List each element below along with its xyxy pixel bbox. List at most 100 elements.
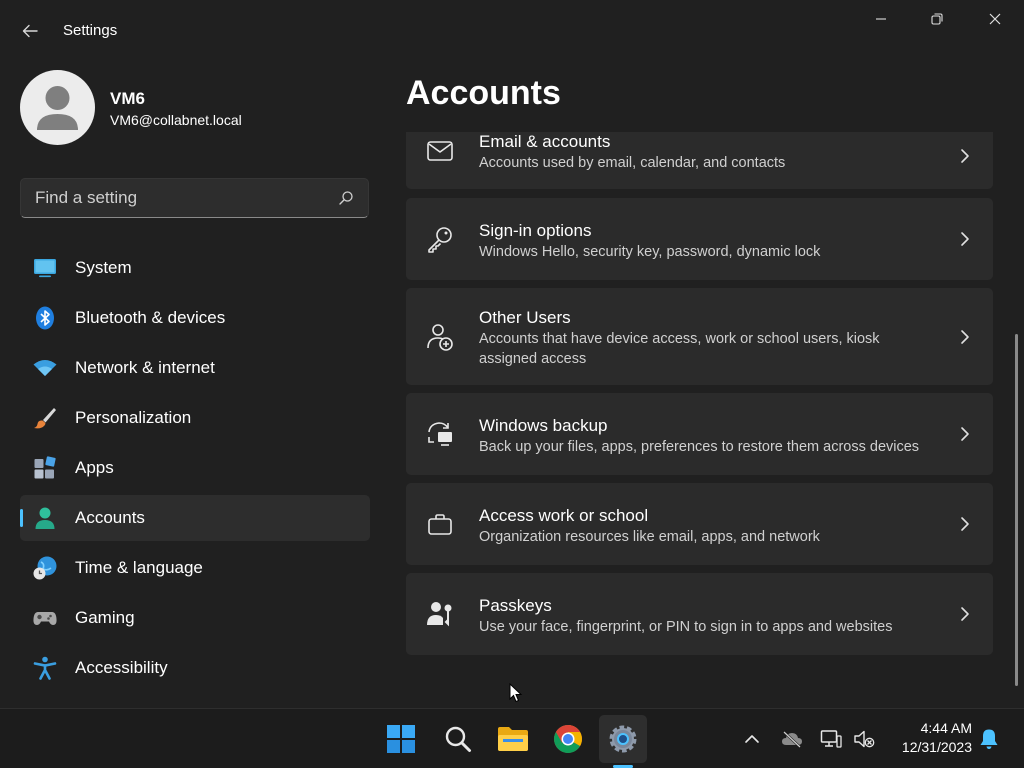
clock-date: 12/31/2023	[901, 739, 972, 755]
sidebar-item-accounts[interactable]: Accounts	[20, 495, 370, 541]
account-icon	[35, 507, 55, 529]
person-icon	[37, 86, 78, 130]
sidebar-item-label: Personalization	[75, 408, 192, 427]
chevron-right-icon	[961, 607, 969, 621]
title-bar: Settings	[0, 0, 1024, 60]
backup-icon	[428, 422, 452, 446]
card-description: Accounts used by email, calendar, and co…	[479, 155, 786, 171]
restore-icon	[931, 13, 943, 25]
setting-card-sign-in-options[interactable]: Sign-in options Windows Hello, security …	[406, 198, 993, 280]
brush-icon	[34, 408, 56, 429]
profile-name: VM6	[110, 89, 145, 108]
bell-icon	[980, 729, 998, 749]
chevron-right-icon	[961, 149, 969, 163]
network-wired-icon	[820, 730, 842, 748]
sidebar-item-system[interactable]: System	[20, 245, 370, 291]
sidebar-item-personalization[interactable]: Personalization	[20, 395, 370, 441]
avatar	[20, 70, 95, 145]
show-hidden-icons-button[interactable]	[741, 728, 763, 750]
taskbar-settings-button[interactable]	[599, 715, 647, 763]
clock-time: 4:44 AM	[920, 720, 972, 736]
card-title: Sign-in options	[479, 221, 592, 240]
briefcase-icon	[428, 514, 452, 535]
sidebar-item-label: Network & internet	[75, 358, 215, 377]
chevron-up-icon	[745, 735, 759, 743]
chrome-icon	[554, 725, 582, 753]
mouse-cursor-icon	[509, 683, 523, 703]
monitor-icon	[34, 259, 56, 278]
sidebar-item-label: Gaming	[75, 608, 135, 627]
chevron-right-icon	[961, 517, 969, 531]
mail-icon	[427, 141, 453, 161]
setting-card-other-users[interactable]: Other Users Accounts that have device ac…	[406, 288, 993, 385]
close-icon	[989, 13, 1001, 25]
search-box[interactable]	[20, 178, 369, 218]
sidebar-item-label: System	[75, 258, 132, 277]
settings-list: Email & accounts Accounts used by email,…	[406, 132, 993, 662]
profile-email: VM6@collabnet.local	[110, 112, 242, 128]
card-title: Windows backup	[479, 416, 608, 435]
setting-card-email-accounts[interactable]: Email & accounts Accounts used by email,…	[406, 132, 993, 189]
card-description: Windows Hello, security key, password, d…	[479, 244, 821, 260]
card-title: Email & accounts	[479, 132, 611, 151]
minimize-icon	[876, 18, 886, 20]
cloud-offline-icon	[782, 731, 802, 748]
chevron-right-icon	[961, 330, 969, 344]
page-title: Accounts	[406, 74, 561, 112]
sidebar-item-apps[interactable]: Apps	[20, 445, 370, 491]
taskbar-chrome-button[interactable]	[544, 715, 592, 763]
scrollbar[interactable]	[1015, 334, 1018, 686]
card-title: Passkeys	[479, 596, 552, 615]
network-status-button[interactable]	[820, 728, 842, 750]
volume-muted-icon	[854, 730, 875, 748]
setting-card-passkeys[interactable]: Passkeys Use your face, fingerprint, or …	[406, 573, 993, 655]
card-title: Other Users	[479, 308, 571, 327]
chevron-right-icon	[961, 232, 969, 246]
sidebar-item-label: Accounts	[75, 508, 145, 527]
gamepad-icon	[33, 612, 57, 625]
search-input[interactable]	[21, 179, 321, 217]
bluetooth-icon	[36, 306, 54, 330]
taskbar-clock[interactable]: 4:44 AM 12/31/2023	[880, 719, 972, 757]
search-icon	[445, 726, 471, 752]
card-title: Access work or school	[479, 506, 649, 525]
sidebar-item-network[interactable]: Network & internet	[20, 345, 370, 391]
card-description: Organization resources like email, apps,…	[479, 529, 820, 545]
volume-button[interactable]	[853, 728, 875, 750]
sidebar-nav: System Bluetooth & devices Network & int…	[20, 245, 370, 695]
passkey-icon	[427, 602, 452, 627]
taskbar-file-explorer-button[interactable]	[489, 715, 537, 763]
restore-button[interactable]	[909, 6, 965, 32]
apps-icon	[34, 456, 56, 479]
notifications-button[interactable]	[978, 728, 1000, 750]
back-button[interactable]	[16, 18, 44, 44]
card-description: Use your face, fingerprint, or PIN to si…	[479, 619, 893, 635]
key-icon	[428, 227, 452, 253]
onedrive-status-button[interactable]	[781, 728, 803, 750]
settings-icon	[609, 725, 637, 753]
taskbar-search-button[interactable]	[434, 715, 482, 763]
card-description: Back up your files, apps, preferences to…	[479, 439, 920, 455]
close-button[interactable]	[967, 6, 1023, 32]
setting-card-windows-backup[interactable]: Windows backup Back up your files, apps,…	[406, 393, 993, 475]
minimize-button[interactable]	[853, 6, 909, 32]
arrow-left-icon	[22, 24, 38, 38]
setting-card-access-work-school[interactable]: Access work or school Organization resou…	[406, 483, 993, 565]
sidebar-item-gaming[interactable]: Gaming	[20, 595, 370, 641]
search-icon[interactable]	[338, 190, 354, 206]
app-title: Settings	[63, 22, 118, 39]
sidebar-item-label: Apps	[75, 458, 114, 477]
sidebar-item-bluetooth[interactable]: Bluetooth & devices	[20, 295, 370, 341]
user-profile[interactable]: VM6 VM6@collabnet.local	[20, 70, 360, 146]
sidebar-item-label: Bluetooth & devices	[75, 308, 226, 327]
globe-clock-icon	[33, 556, 57, 580]
sidebar-item-time-language[interactable]: Time & language	[20, 545, 370, 591]
taskbar-start-button[interactable]	[377, 715, 425, 763]
sidebar-item-accessibility[interactable]: Accessibility	[20, 645, 370, 691]
sidebar-item-label: Accessibility	[75, 658, 168, 677]
wifi-icon	[33, 360, 57, 376]
add-user-icon	[427, 324, 453, 351]
taskbar: 4:44 AM 12/31/2023	[0, 708, 1024, 768]
chevron-right-icon	[961, 427, 969, 441]
file-explorer-icon	[498, 727, 528, 751]
